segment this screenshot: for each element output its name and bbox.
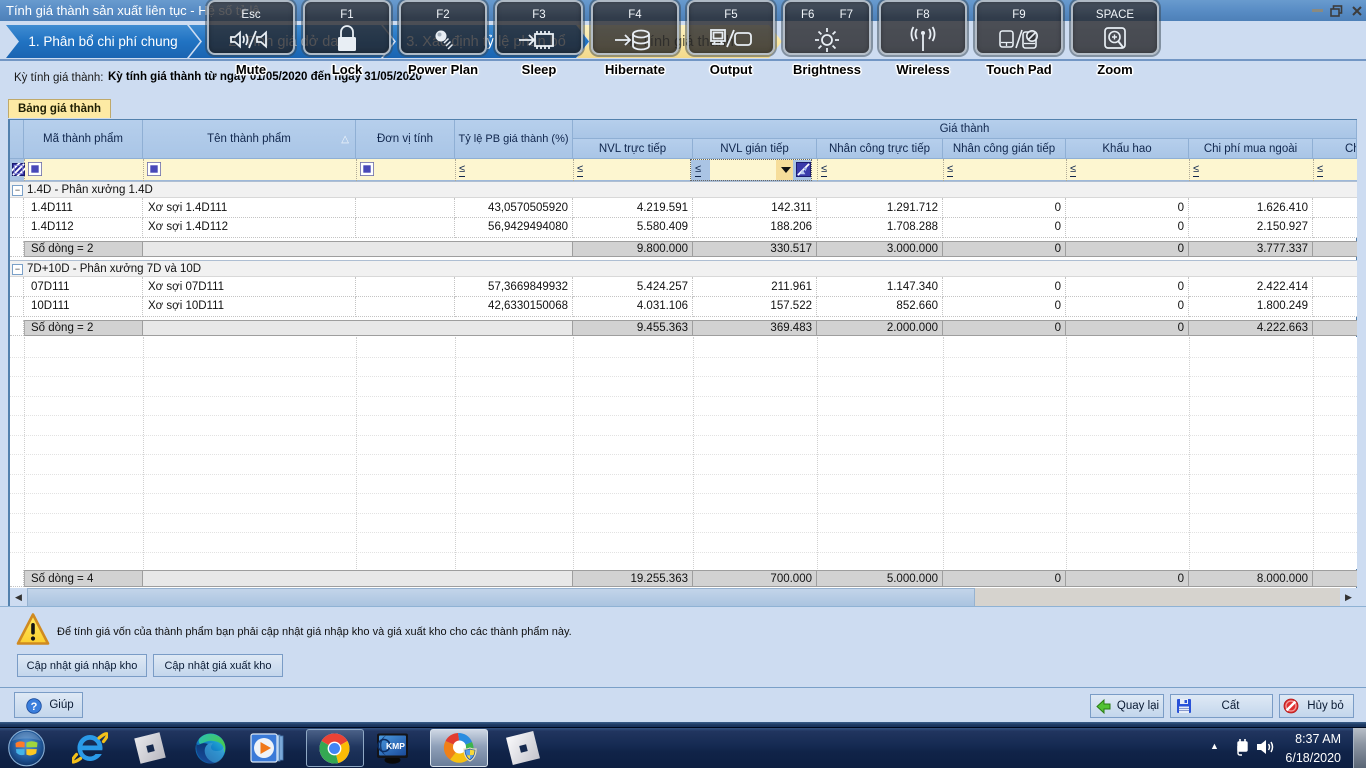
svg-text:KMP: KMP	[386, 741, 405, 751]
svg-text:?: ?	[31, 701, 38, 713]
